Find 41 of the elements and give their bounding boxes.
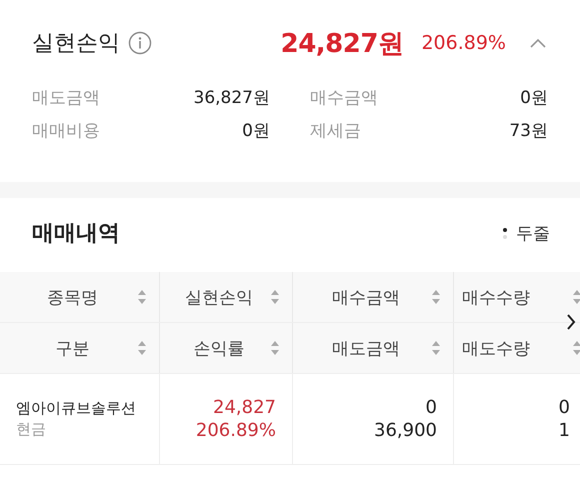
table-cell: 24,827 [213, 397, 276, 418]
sort-icon [137, 289, 147, 305]
section-title: 매매내역 [32, 220, 120, 248]
summary-label: 매매비용 [32, 120, 100, 142]
column-header[interactable]: 실현손익 [160, 272, 293, 322]
info-icon[interactable] [128, 31, 152, 55]
summary-label: 매도금액 [32, 87, 100, 109]
sort-icon [431, 340, 441, 356]
table-cell: 1 [558, 420, 570, 441]
sort-icon [270, 340, 280, 356]
summary-value: 73원 [509, 120, 548, 142]
dots-icon [502, 225, 508, 241]
summary-label: 제세금 [310, 120, 361, 142]
view-toggle[interactable]: 두줄 [502, 222, 550, 244]
column-header[interactable]: 매도금액 [293, 323, 454, 373]
table-cell: 0 [558, 397, 570, 418]
trade-type: 현금 [16, 420, 47, 439]
table-cell: 0 [426, 397, 437, 418]
column-header[interactable]: 매도수량 [454, 323, 580, 373]
profit-rate: 206.89% [421, 32, 506, 54]
table-cell: 206.89% [196, 420, 276, 441]
column-header[interactable]: 구분 [0, 323, 160, 373]
summary-value: 0원 [520, 87, 548, 109]
column-header[interactable]: 매수수량 [454, 272, 580, 322]
section-title: 실현손익 [32, 30, 120, 58]
sort-icon [431, 289, 441, 305]
column-header[interactable]: 종목명 [0, 272, 160, 322]
table-cell: 36,900 [374, 420, 437, 441]
column-header[interactable]: 손익률 [160, 323, 293, 373]
collapse-icon[interactable] [530, 38, 546, 48]
summary-label: 매수금액 [310, 87, 378, 109]
summary-value: 36,827원 [194, 87, 270, 109]
profit-amount: 24,827원 [280, 28, 404, 60]
sort-icon [572, 340, 580, 356]
sort-icon [137, 340, 147, 356]
chevron-right-icon[interactable] [566, 314, 576, 330]
column-header[interactable]: 매수금액 [293, 272, 454, 322]
summary-value: 0원 [242, 120, 270, 142]
sort-icon [270, 289, 280, 305]
stock-name: 엠아이큐브솔루션 [16, 399, 137, 418]
sort-icon [572, 289, 580, 305]
